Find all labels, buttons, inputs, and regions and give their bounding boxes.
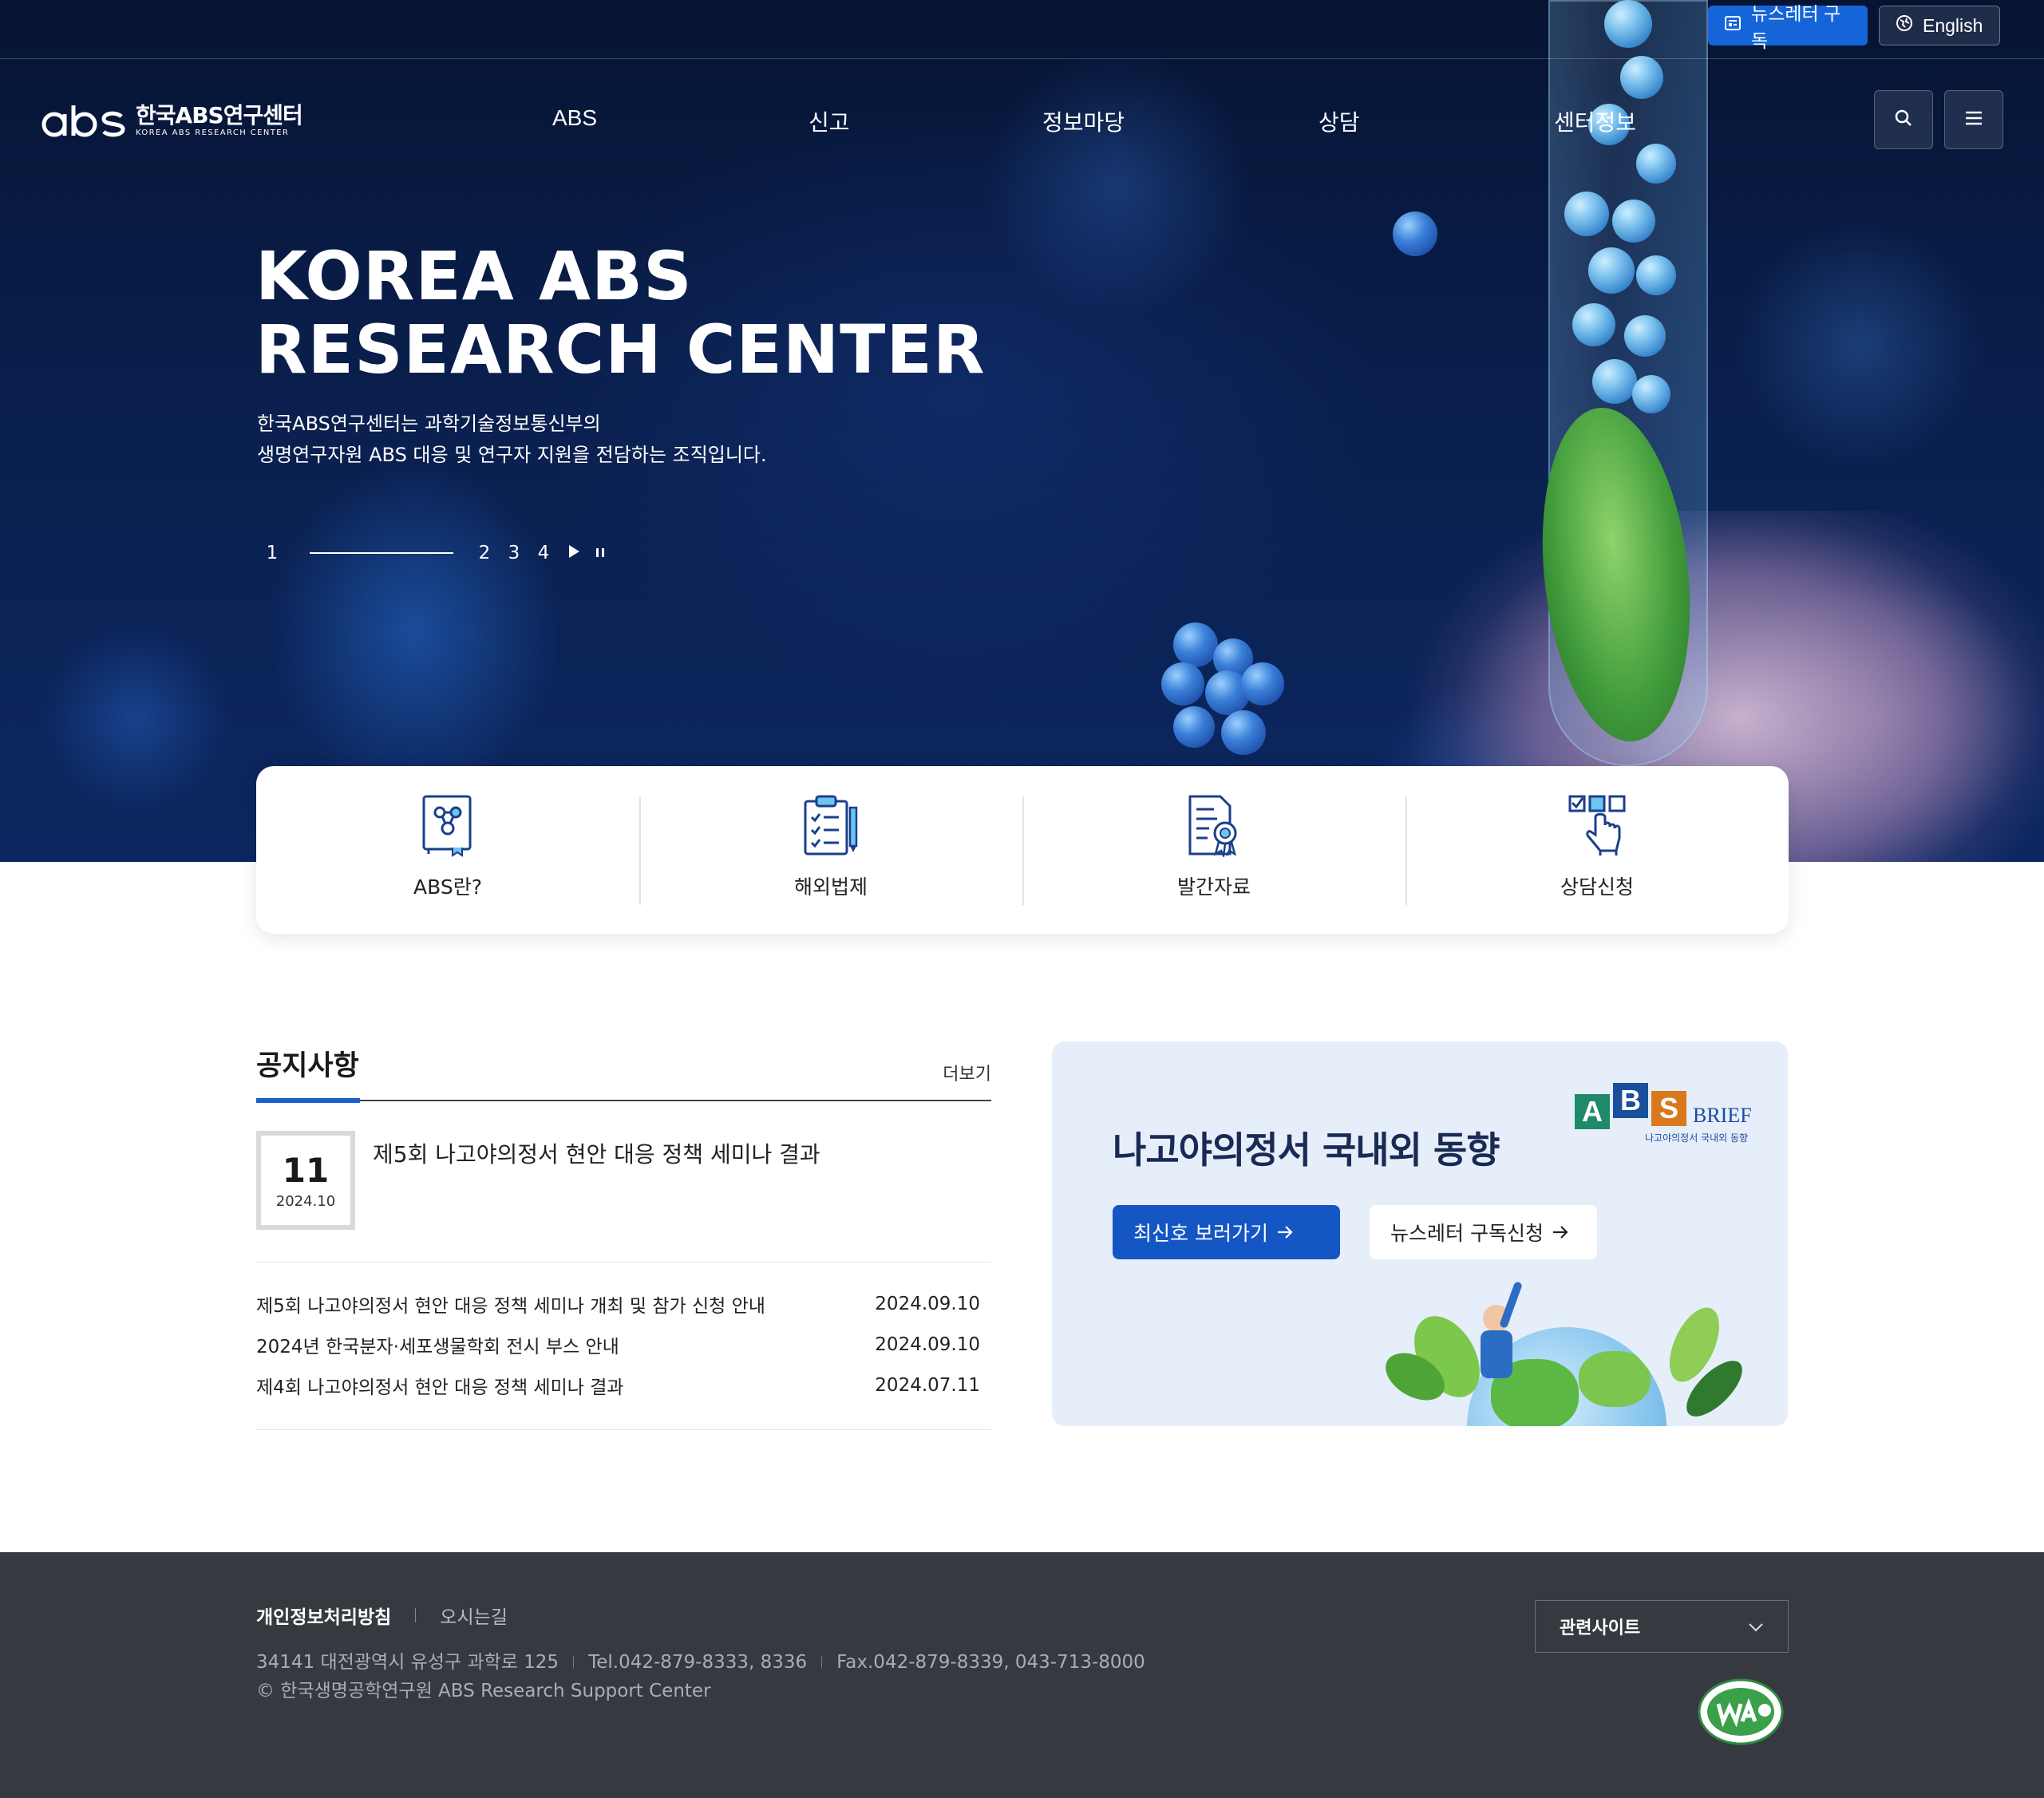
notice-title: 공지사항 xyxy=(256,1050,359,1082)
abs-logo-icon xyxy=(40,102,126,139)
site-logo[interactable]: 한국ABS연구센터 KOREA ABS RESEARCH CENTER xyxy=(40,101,303,139)
slide-indicator-2[interactable]: 2 xyxy=(476,543,493,563)
featured-notice[interactable]: 11 2024.10 제5회 나고야의정서 현안 대응 정책 세미나 결과 xyxy=(256,1131,991,1230)
logo-letter-b: B xyxy=(1613,1083,1648,1118)
globe-icon xyxy=(1896,14,1913,37)
hero-title: KOREA ABS RESEARCH CENTER xyxy=(255,239,986,386)
logo-letter-a: A xyxy=(1575,1094,1610,1129)
notice-item-title[interactable]: 제5회 나고야의정서 현안 대응 정책 세미나 개최 및 참가 신청 안내 xyxy=(256,1290,765,1318)
play-icon[interactable] xyxy=(567,543,580,563)
menu-button[interactable] xyxy=(1944,90,2003,149)
quick-menu-item-consult-request[interactable]: 상담신청 xyxy=(1405,766,1789,934)
notice-list-item[interactable]: 제4회 나고야의정서 현안 대응 정책 세미나 결과 2024.07.11 xyxy=(256,1365,991,1405)
quick-menu-item-abs[interactable]: ABS란? xyxy=(256,766,639,934)
related-sites-select[interactable]: 관련사이트 xyxy=(1535,1600,1789,1653)
chevron-down-icon xyxy=(1748,1617,1764,1637)
web-accessibility-mark-icon xyxy=(1696,1672,1785,1752)
abs-brief-banner: A B S BRIEF 나고야의정서 국내외 동향 나고야의정서 국내외 동향 … xyxy=(1052,1041,1788,1426)
search-icon xyxy=(1894,109,1913,131)
hero-title-line1: KOREA ABS xyxy=(255,237,693,315)
notice-section: 공지사항 더보기 11 2024.10 제5회 나고야의정서 현안 대응 정책 … xyxy=(256,1045,991,1430)
arrow-right-icon xyxy=(1552,1221,1569,1244)
related-sites-label: 관련사이트 xyxy=(1560,1618,1641,1638)
checkbox-pointer-icon xyxy=(1568,793,1626,857)
logo-word-brief: BRIEF xyxy=(1693,1104,1752,1127)
hero-description-line1: 한국ABS연구센터는 과학기술정보통신부의 xyxy=(257,413,601,435)
quick-menu-label: ABS란? xyxy=(413,875,482,899)
newsletter-signup-button[interactable]: 뉴스레터 구독신청 xyxy=(1370,1205,1597,1259)
footer-fax: Fax.042-879-8339, 043-713-8000 xyxy=(836,1652,1145,1673)
quick-menu-label: 발간자료 xyxy=(1176,875,1251,899)
footer-divider xyxy=(415,1608,417,1622)
notice-item-title[interactable]: 2024년 한국분자·세포생물학회 전시 부스 안내 xyxy=(256,1331,619,1358)
nav-item-report[interactable]: 신고 xyxy=(809,105,850,137)
quick-menu-label: 해외법제 xyxy=(793,875,868,899)
newsletter-signup-label: 뉴스레터 구독신청 xyxy=(1390,1222,1544,1245)
notice-item-date: 2024.09.10 xyxy=(875,1334,980,1355)
language-english-button[interactable]: English xyxy=(1879,6,2000,45)
hamburger-menu-icon xyxy=(1964,110,1983,129)
featured-date-box: 11 2024.10 xyxy=(256,1131,355,1230)
quick-menu-item-publications[interactable]: 발간자료 xyxy=(1022,766,1405,934)
book-network-icon xyxy=(419,793,476,857)
pause-icon[interactable] xyxy=(595,543,606,563)
slide-indicator-1[interactable]: 1 xyxy=(263,543,281,563)
arrow-right-icon xyxy=(1276,1221,1294,1244)
slide-indicator-4[interactable]: 4 xyxy=(535,543,552,563)
notice-item-date: 2024.09.10 xyxy=(875,1293,980,1314)
hero-title-line2: RESEARCH CENTER xyxy=(255,310,986,389)
quick-menu: ABS란? 해외법제 발간자료 상담신청 xyxy=(256,766,1789,934)
directions-link[interactable]: 오시는길 xyxy=(440,1602,508,1629)
featured-year-month: 2024.10 xyxy=(275,1192,336,1210)
document-certificate-icon xyxy=(1185,793,1243,859)
brief-title: 나고야의정서 국내외 동향 xyxy=(1113,1128,1500,1172)
footer-divider xyxy=(821,1656,823,1669)
latest-issue-label: 최신호 보러가기 xyxy=(1133,1222,1268,1245)
newsletter-subscribe-button[interactable]: 뉴스레터 구독 xyxy=(1708,3,1868,51)
featured-notice-title[interactable]: 제5회 나고야의정서 현안 대응 정책 세미나 결과 xyxy=(373,1137,820,1230)
newsletter-icon xyxy=(1724,14,1742,37)
privacy-policy-link[interactable]: 개인정보처리방침 xyxy=(256,1602,391,1629)
notice-list-item[interactable]: 제5회 나고야의정서 현안 대응 정책 세미나 개최 및 참가 신청 안내 20… xyxy=(256,1283,991,1324)
footer-copyright: © 한국생명공학연구원 ABS Research Support Center xyxy=(256,1681,711,1701)
notice-header: 공지사항 더보기 xyxy=(256,1045,991,1103)
notice-item-title[interactable]: 제4회 나고야의정서 현안 대응 정책 세미나 결과 xyxy=(256,1372,624,1399)
nav-item-center-info[interactable]: 센터정보 xyxy=(1554,105,1636,137)
notice-item-date: 2024.07.11 xyxy=(875,1374,980,1396)
notice-more-link[interactable]: 더보기 xyxy=(943,1060,991,1100)
footer: 개인정보처리방침 오시는길 34141 대전광역시 유성구 과학로 125 Te… xyxy=(0,1552,2044,1798)
hero-slider-controls: 1 2 3 4 xyxy=(263,543,606,563)
nav-item-abs[interactable]: ABS xyxy=(552,105,597,131)
notice-list-item[interactable]: 2024년 한국분자·세포생물학회 전시 부스 안내 2024.09.10 xyxy=(256,1324,991,1365)
search-button[interactable] xyxy=(1874,90,1933,149)
latest-issue-button[interactable]: 최신호 보러가기 xyxy=(1113,1205,1340,1259)
featured-day: 11 xyxy=(282,1150,330,1190)
footer-address: 34141 대전광역시 유성구 과학로 125 xyxy=(256,1652,559,1673)
hero-description: 한국ABS연구센터는 과학기술정보통신부의 생명연구자원 ABS 대응 및 연구… xyxy=(257,409,767,471)
nav-item-info[interactable]: 정보마당 xyxy=(1042,105,1125,137)
checklist-clipboard-icon xyxy=(802,793,860,857)
quick-menu-item-foreign-law[interactable]: 해외법제 xyxy=(639,766,1022,934)
notice-list: 제5회 나고야의정서 현안 대응 정책 세미나 개최 및 참가 신청 안내 20… xyxy=(256,1262,991,1430)
language-label: English xyxy=(1923,14,1983,36)
footer-contact-info: 34141 대전광역시 유성구 과학로 125 Tel.042-879-8333… xyxy=(256,1648,1145,1705)
slide-indicator-3[interactable]: 3 xyxy=(505,543,523,563)
footer-divider xyxy=(573,1656,575,1669)
footer-links: 개인정보처리방침 오시는길 xyxy=(256,1602,508,1629)
logo-subtitle: 나고야의정서 국내외 동향 xyxy=(1645,1132,1749,1144)
abs-brief-logo: A B S BRIEF 나고야의정서 국내외 동향 xyxy=(1575,1080,1758,1144)
hero-description-line2: 생명연구자원 ABS 대응 및 연구자 지원을 전담하는 조직입니다. xyxy=(257,444,767,466)
logo-name-korean: 한국ABS연구센터 xyxy=(136,101,303,128)
notice-title-underline xyxy=(256,1098,360,1103)
logo-letter-s: S xyxy=(1651,1091,1686,1126)
footer-tel: Tel.042-879-8333, 8336 xyxy=(588,1652,808,1673)
hero-section: 뉴스레터 구독 English 한국ABS연구센터 KOREA ABS RESE… xyxy=(0,0,2044,862)
quick-menu-label: 상담신청 xyxy=(1560,875,1634,899)
newsletter-subscribe-label: 뉴스레터 구독 xyxy=(1751,3,1841,51)
slide-progress-bar xyxy=(310,552,453,554)
nav-item-consult[interactable]: 상담 xyxy=(1319,105,1360,137)
logo-name-english: KOREA ABS RESEARCH CENTER xyxy=(136,128,290,137)
top-divider xyxy=(0,58,2044,59)
